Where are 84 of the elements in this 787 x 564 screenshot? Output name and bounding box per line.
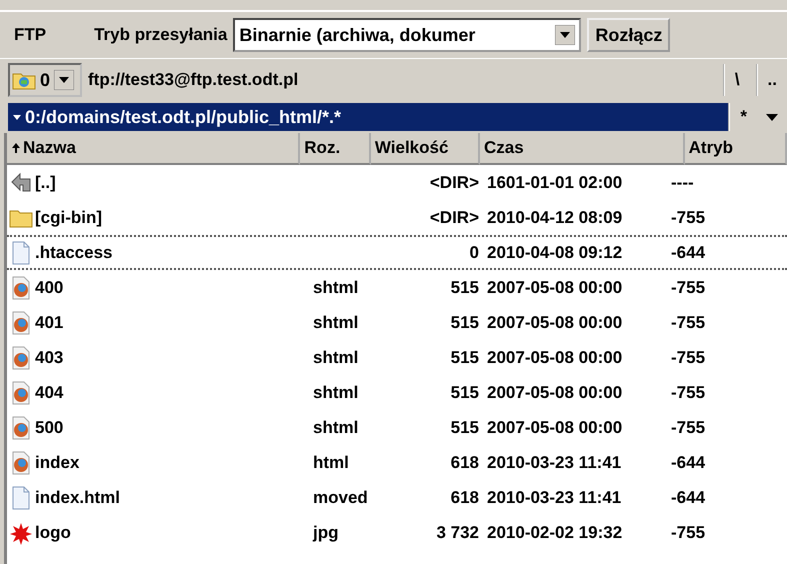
transfer-mode-dropdown[interactable]: Binarnie (archiwa, dokumer [233,18,582,52]
file-time: 2007-05-08 00:00 [487,312,622,332]
file-time: 2010-03-23 11:41 [487,452,622,472]
file-row[interactable]: [cgi-bin] <DIR> 2010-04-12 08:09 -755 [7,200,787,235]
file-row[interactable]: index html 618 2010-03-23 11:41 -644 [7,445,787,480]
file-name: 400 [35,278,64,298]
file-attributes: -755 [671,348,706,368]
file-extension: shtml [313,348,358,368]
dropdown-arrow-icon[interactable] [54,70,74,90]
file-attributes: -755 [671,522,706,542]
file-row[interactable]: [..] <DIR> 1601-01-01 02:00 ---- [7,165,787,200]
file-time: 2007-05-08 00:00 [487,278,622,298]
file-attributes: -644 [671,242,706,262]
filter-button[interactable]: * [728,103,757,131]
dropdown-arrow-icon[interactable] [555,25,576,45]
file-extension: shtml [313,278,358,298]
file-extension: jpg [313,522,338,542]
file-name: [..] [35,172,56,192]
file-row[interactable]: 404 shtml 515 2007-05-08 00:00 -755 [7,375,787,410]
file-extension: shtml [313,382,358,402]
column-header[interactable]: Czas [480,133,685,165]
file-extension: moved [313,488,368,508]
transfer-mode-label: Tryb przesyłania [94,25,228,45]
column-header[interactable]: Wielkość [370,133,480,165]
file-attributes: ---- [671,172,694,192]
file-row[interactable]: 401 shtml 515 2007-05-08 00:00 -755 [7,305,787,340]
column-header[interactable]: Atryb [684,133,787,165]
file-size: 3 732 [436,522,479,542]
up-arrow-icon [9,170,33,194]
file-size: <DIR> [430,172,479,192]
disconnect-button[interactable]: Rozłącz [587,18,670,52]
path-bar[interactable]: 0:/domains/test.odt.pl/public_html/*.* [8,103,728,131]
caret-icon [12,112,22,122]
file-size: <DIR> [430,208,479,228]
file-size: 515 [450,382,479,402]
file-size: 618 [450,452,479,472]
file-row[interactable]: .htaccess 0 2010-04-08 09:12 -644 [7,235,787,270]
file-size: 618 [450,488,479,508]
file-row[interactable]: 403 shtml 515 2007-05-08 00:00 -755 [7,340,787,375]
file-time: 2010-02-02 19:32 [487,522,622,542]
file-attributes: -644 [671,488,706,508]
column-header[interactable]: Nazwa [7,133,300,165]
splash-image-icon [9,520,33,544]
file-row[interactable]: 500 shtml 515 2007-05-08 00:00 -755 [7,410,787,445]
file-time: 2007-05-08 00:00 [487,382,622,402]
file-name: 401 [35,312,64,332]
file-time: 2010-03-23 11:41 [487,488,622,508]
parent-button[interactable]: .. [756,64,787,96]
file-row[interactable]: index.html moved 618 2010-03-23 11:41 -644 [7,480,787,515]
file-name: 403 [35,348,64,368]
file-extension: html [313,452,349,472]
column-header[interactable]: Roz. [300,133,371,165]
file-size: 515 [450,312,479,332]
file-attributes: -755 [671,278,706,298]
file-name: .htaccess [35,242,112,262]
file-size: 515 [450,278,479,298]
ftp-label: FTP [14,25,46,45]
file-size: 515 [450,348,479,368]
drive-selector[interactable]: 0 [8,63,82,97]
root-button[interactable]: \ [722,64,750,96]
file-extension: shtml [313,418,358,438]
file-name: 500 [35,418,64,438]
file-attributes: -755 [671,208,706,228]
file-time: 1601-01-01 02:00 [487,172,622,192]
file-attributes: -755 [671,312,706,332]
file-time: 2010-04-12 08:09 [487,208,622,228]
file-name: index [35,452,80,472]
file-size: 515 [450,418,479,438]
file-name: 404 [35,382,64,402]
history-dropdown-icon[interactable] [765,112,779,122]
file-time: 2010-04-08 09:12 [487,242,622,262]
file-attributes: -644 [671,452,706,472]
file-name: index.html [35,488,120,508]
connection-address: ftp://test33@ftp.test.odt.pl [88,70,300,90]
file-size: 0 [470,242,479,262]
file-name: logo [35,522,71,542]
file-attributes: -755 [671,418,706,438]
file-extension: shtml [313,312,358,332]
file-row[interactable]: 400 shtml 515 2007-05-08 00:00 -755 [7,270,787,305]
file-time: 2007-05-08 00:00 [487,418,622,438]
file-time: 2007-05-08 00:00 [487,348,622,368]
file-row[interactable]: logo jpg 3 732 2010-02-02 19:32 -755 [7,515,787,550]
file-name: [cgi-bin] [35,208,102,228]
file-attributes: -755 [671,382,706,402]
